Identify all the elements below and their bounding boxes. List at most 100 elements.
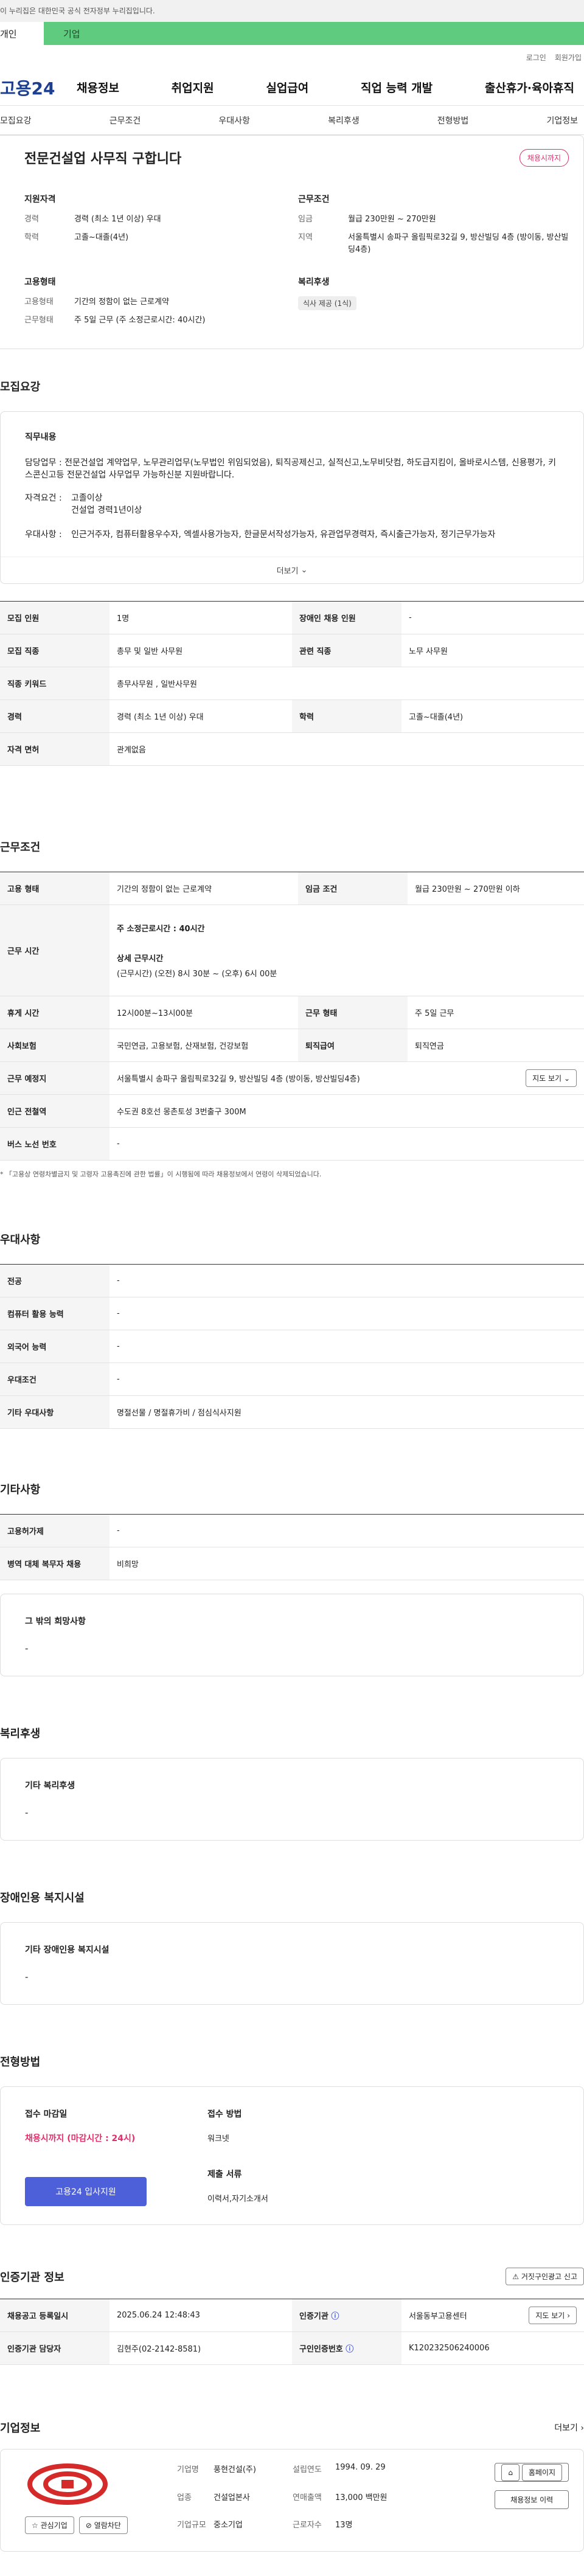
company-industry: 건설업본사	[214, 2493, 250, 2502]
site-logo[interactable]: 고용24	[0, 75, 73, 100]
tab-preferences[interactable]: 우대사항	[218, 114, 250, 127]
row-value: 1명	[109, 601, 292, 634]
pref-section-title: 우대사항	[0, 1234, 41, 1246]
row-value: 수도권 8호선 몽촌토성 3번출구 300M	[109, 1094, 584, 1128]
row-value: 김현주(02-2142-8581)	[109, 2331, 292, 2365]
homepage-button[interactable]: ⌂ 홈페이지	[495, 2463, 569, 2482]
row-value: 2025.06.24 12:48:43	[109, 2299, 292, 2332]
table-row: 모집 직종 총무 및 일반 사무원 관련 직종 노무 사무원	[0, 634, 584, 667]
recruit-section-title: 모집요강	[0, 381, 41, 394]
row-value: 퇴직연금	[408, 1029, 584, 1062]
gnb-jobs[interactable]: 채용정보	[73, 79, 123, 95]
row-label: 버스 노선 번호	[0, 1127, 109, 1161]
user-type-tabs: 개인 기업	[0, 22, 584, 45]
emptype-value: 기간의 정함이 없는 근로계약	[74, 297, 169, 307]
block-view-button[interactable]: ⊘ 열람차단	[78, 2516, 128, 2534]
row-label: 모집 직종	[0, 634, 109, 667]
tab-work-conditions[interactable]: 근무조건	[109, 114, 141, 127]
info-icon[interactable]: ⓘ	[331, 2312, 339, 2321]
row-label: 근무 형태	[298, 996, 408, 1029]
favorite-company-button[interactable]: ☆ 관심기업	[25, 2516, 74, 2534]
table-row: 우대조건 -	[0, 1363, 584, 1396]
chevron-down-icon: ⌄	[301, 566, 308, 575]
tab-welfare[interactable]: 복리후생	[328, 114, 360, 127]
row-label: 사회보험	[0, 1029, 109, 1062]
method-label: 접수 방법	[207, 2109, 242, 2119]
map-view-button[interactable]: 지도 보기 ⌄	[526, 1069, 577, 1087]
row-value: 비희망	[109, 1547, 584, 1580]
work-address: 서울특별시 송파구 올림픽로32길 9, 방산빌딩 4층 (방이동, 방산빌딩4…	[117, 1075, 360, 1084]
tab-process[interactable]: 전형방법	[437, 114, 469, 127]
gnb-training[interactable]: 직업 능력 개발	[357, 79, 436, 95]
gnb-employment-support[interactable]: 취업지원	[168, 79, 218, 95]
gnb-unemployment-benefit[interactable]: 실업급여	[262, 79, 312, 95]
chevron-right-icon: ›	[567, 2311, 570, 2320]
age-note: * 「고용상 연령차별금지 및 고령자 고용촉진에 관한 법률」이 시행됨에 따…	[0, 1170, 322, 1178]
report-icon: ⚠	[512, 2272, 520, 2281]
agency-section-title: 인증기관 정보	[0, 2271, 64, 2284]
worktype-value: 주 5일 근무 (주 소정근로시간: 40시간)	[74, 316, 206, 325]
gov-banner: 이 누리집은 대한민국 공식 전자정부 누리집입니다.	[0, 0, 584, 22]
table-row: 고용 형태 기간의 정함이 없는 근로계약 임금 조건 월급 230만원 ~ 270만…	[0, 872, 584, 905]
row-value: 경력 (최소 1년 이상) 우대	[109, 700, 292, 733]
table-row: 고용허가제 -	[0, 1514, 584, 1547]
table-row: 인증기관 담당자 김현주(02-2142-8581) 구인인증번호 ⓘ K120232…	[0, 2331, 584, 2365]
row-label: 관련 직종	[292, 634, 401, 667]
table-row: 직종 키워드 총무사무원 , 일반사무원	[0, 667, 584, 700]
emptype-label: 고용형태	[24, 297, 54, 307]
tab-company[interactable]: 기업	[44, 22, 80, 45]
signup-link[interactable]: 회원가입	[555, 52, 582, 63]
info-label: 연매출액	[293, 2493, 322, 2502]
login-link[interactable]: 로그인	[526, 52, 546, 63]
pref-table: 전공 - 컴퓨터 활용 능력 - 외국어 능력 - 우대조건 - 기타 우대사항 명절선물…	[0, 1264, 584, 1429]
row-label: 근무 시간	[0, 904, 109, 996]
row-label: 휴게 시간	[0, 996, 109, 1029]
row-value: -	[109, 1363, 584, 1396]
company-more-link[interactable]: 더보기 ›	[554, 2422, 584, 2434]
info-icon[interactable]: ⓘ	[346, 2345, 353, 2354]
welfare-card-value: -	[25, 1807, 29, 1818]
row-label: 자격 면허	[0, 732, 109, 766]
hours-detail-title: 상세 근무시간	[117, 954, 164, 963]
other-wishes-card: 그 밖의 희망사항 -	[0, 1594, 584, 1676]
global-nav: 고용24 채용정보 취업지원 실업급여 직업 능력 개발 출산휴가·육아휴직	[0, 69, 584, 106]
tab-recruit[interactable]: 모집요강	[0, 114, 32, 127]
row-label: 모집 인원	[0, 601, 109, 634]
duty-more-button[interactable]: 더보기 ⌄	[1, 557, 583, 583]
gnb-menu: 채용정보 취업지원 실업급여 직업 능력 개발 출산휴가·육아휴직	[73, 79, 584, 95]
region-label: 지역	[298, 233, 313, 242]
duty-heading: 직무내용	[25, 432, 57, 442]
row-label: 고용 형태	[0, 872, 109, 905]
table-row: 사회보험 국민연금, 고용보험, 산재보험, 건강보험 퇴직급여 퇴직연금	[0, 1029, 584, 1062]
row-label: 경력	[0, 700, 109, 733]
work-section-title: 근무조건	[0, 841, 41, 854]
welfare-card-title: 기타 복리후생	[25, 1781, 75, 1791]
chevron-down-icon: ⌄	[563, 1074, 570, 1083]
apply-button[interactable]: 고용24 입사지원	[25, 2177, 147, 2206]
career-value: 경력 (최소 1년 이상) 우대	[74, 215, 161, 224]
row-label: 근무 예정지	[0, 1061, 109, 1095]
row-value: 총무 및 일반 사무원	[109, 634, 292, 667]
emp-heading: 고용형태	[24, 277, 56, 287]
report-fake-ad-button[interactable]: ⚠ 거짓구인광고 신고	[506, 2268, 584, 2285]
tab-personal-label: 개인	[0, 28, 17, 40]
agency-map-button[interactable]: 지도 보기 ›	[529, 2307, 577, 2324]
tab-company-info[interactable]: 기업정보	[546, 114, 578, 127]
row-value: -	[109, 1514, 584, 1547]
disabled-card-value: -	[25, 1971, 29, 1982]
row-value: 관계없음	[109, 732, 584, 766]
row-value: 국민연금, 고용보험, 산재보험, 건강보험	[109, 1029, 298, 1062]
util-links: 로그인 회원가입	[0, 45, 584, 69]
company-name: 풍현건설(주)	[214, 2465, 256, 2474]
row-label: 채용공고 등록일시	[0, 2299, 109, 2332]
job-history-button[interactable]: 채용정보 이력	[495, 2490, 569, 2509]
company-est: 1994. 09. 29	[335, 2463, 386, 2472]
deadline-badge: 채용시까지	[519, 148, 569, 167]
gnb-parental-leave[interactable]: 출산휴가·육아휴직	[481, 79, 578, 95]
table-row: 근무 시간 주 소정근로시간 : 40시간 상세 근무시간 (근무시간) (오전…	[0, 904, 584, 996]
table-row: 모집 인원 1명 장애인 채용 인원 -	[0, 601, 584, 634]
company-employees: 13명	[335, 2521, 353, 2530]
other-wishes-title: 그 밖의 희망사항	[25, 1617, 86, 1626]
tab-personal[interactable]: 개인	[0, 22, 44, 45]
duty-card: 직무내용 담당업무 : 전문건설업 계약업무, 노무관리업무(노무법인 위임되었…	[0, 411, 584, 584]
